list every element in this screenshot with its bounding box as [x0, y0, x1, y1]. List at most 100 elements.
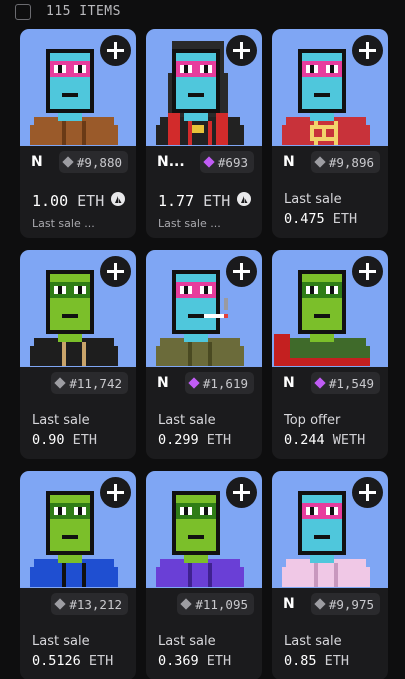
rarity-rank-number: #1,549	[328, 375, 374, 391]
name-rank-row: N #1,619	[146, 372, 262, 394]
name-rank-row: N #9,880	[20, 151, 136, 173]
price-currency: ETH	[206, 653, 232, 669]
price-value: 0.369	[158, 653, 207, 669]
listing-price: 1.77 ETH	[158, 192, 230, 210]
price-currency: ETH	[77, 192, 105, 210]
add-to-cart-button[interactable]	[100, 477, 131, 508]
add-to-cart-button[interactable]	[352, 35, 383, 66]
price-label: Last sale	[284, 634, 342, 649]
add-to-cart-button[interactable]	[100, 256, 131, 287]
nft-card[interactable]: N #9,896 Last sale 0.475 ETH	[272, 29, 388, 238]
last-sale-note: Last sale ...	[158, 217, 221, 230]
price-value: 0.244	[284, 432, 333, 448]
rarity-diamond-icon	[180, 598, 192, 610]
price-label: Last sale	[158, 634, 216, 649]
rarity-rank-badge: #13,212	[51, 593, 128, 615]
price-value: 0.90	[32, 432, 73, 448]
price-currency: ETH	[72, 432, 98, 448]
price-value: 1.77	[158, 192, 204, 210]
price-label: Top offer	[284, 413, 341, 428]
rarity-rank-number: #693	[217, 154, 248, 170]
nft-name: N	[283, 596, 295, 612]
price-label: Last sale	[32, 413, 90, 428]
nft-card[interactable]: N... #693 1.77 ETH Last sale ...	[146, 29, 262, 238]
rarity-rank-number: #9,896	[328, 154, 374, 170]
add-to-cart-button[interactable]	[352, 477, 383, 508]
rarity-rank-badge: #11,742	[51, 372, 128, 394]
rarity-rank-number: #11,742	[69, 375, 122, 391]
nft-name: N	[157, 375, 169, 391]
price-amount: 0.299 ETH	[158, 432, 231, 448]
rarity-diamond-icon	[203, 156, 215, 168]
rarity-rank-badge: #9,975	[310, 593, 380, 615]
last-sale-note: Last sale ...	[32, 217, 95, 230]
price-currency: ETH	[206, 432, 232, 448]
name-rank-row: #11,742	[20, 372, 136, 394]
name-rank-row: N #9,975	[272, 593, 388, 615]
rarity-rank-badge: #9,896	[310, 151, 380, 173]
nft-name: N	[31, 154, 43, 170]
nft-card[interactable]: #13,212 Last sale 0.5126 ETH	[20, 471, 136, 679]
plus-icon	[359, 484, 376, 501]
nft-card[interactable]: N #1,549 Top offer 0.244 WETH	[272, 250, 388, 459]
name-rank-row: #13,212	[20, 593, 136, 615]
rarity-rank-badge: #693	[199, 151, 254, 173]
plus-icon	[107, 484, 124, 501]
rarity-rank-badge: #1,549	[310, 372, 380, 394]
rarity-diamond-icon	[314, 377, 326, 389]
nft-card[interactable]: N #1,619 Last sale 0.299 ETH	[146, 250, 262, 459]
sailboat-icon	[111, 192, 125, 206]
rarity-rank-number: #13,212	[69, 596, 122, 612]
plus-icon	[359, 263, 376, 280]
rarity-rank-number: #9,880	[76, 154, 122, 170]
rarity-diamond-icon	[54, 598, 66, 610]
plus-icon	[359, 42, 376, 59]
price-value: 0.475	[284, 211, 333, 227]
price-currency: ETH	[324, 653, 350, 669]
price-amount: 0.85 ETH	[284, 653, 349, 669]
add-to-cart-button[interactable]	[352, 256, 383, 287]
price-label: Last sale	[284, 192, 342, 207]
price-amount: 0.475 ETH	[284, 211, 357, 227]
price-label: Last sale	[32, 634, 90, 649]
listing-price: 1.00 ETH	[32, 192, 104, 210]
plus-icon	[233, 263, 250, 280]
rarity-rank-number: #11,095	[195, 596, 248, 612]
price-currency: ETH	[88, 653, 114, 669]
nft-name: N...	[157, 154, 185, 170]
plus-icon	[233, 42, 250, 59]
price-value: 0.299	[158, 432, 207, 448]
rarity-diamond-icon	[62, 156, 74, 168]
name-rank-row: #11,095	[146, 593, 262, 615]
price-value: 0.85	[284, 653, 325, 669]
add-to-cart-button[interactable]	[226, 35, 257, 66]
name-rank-row: N #9,896	[272, 151, 388, 173]
price-currency: WETH	[332, 432, 366, 448]
nft-name: N	[283, 154, 295, 170]
price-amount: 0.90 ETH	[32, 432, 97, 448]
add-to-cart-button[interactable]	[226, 256, 257, 287]
nft-name: N	[283, 375, 295, 391]
blur-icon	[237, 192, 251, 206]
rarity-diamond-icon	[54, 377, 66, 389]
add-to-cart-button[interactable]	[226, 477, 257, 508]
rarity-rank-number: #9,975	[328, 596, 374, 612]
nft-card[interactable]: #11,095 Last sale 0.369 ETH	[146, 471, 262, 679]
nft-grid: N #9,880 1.00 ETH Last sale ... N... #693 1.77…	[0, 0, 405, 679]
plus-icon	[233, 484, 250, 501]
nft-card[interactable]: #11,742 Last sale 0.90 ETH	[20, 250, 136, 459]
name-rank-row: N... #693	[146, 151, 262, 173]
price-currency: ETH	[332, 211, 358, 227]
price-amount: 0.244 WETH	[284, 432, 365, 448]
add-to-cart-button[interactable]	[100, 35, 131, 66]
nft-card[interactable]: N #9,880 1.00 ETH Last sale ...	[20, 29, 136, 238]
nft-card[interactable]: N #9,975 Last sale 0.85 ETH	[272, 471, 388, 679]
rarity-diamond-icon	[314, 156, 326, 168]
rarity-rank-badge: #11,095	[177, 593, 254, 615]
price-amount: 0.369 ETH	[158, 653, 231, 669]
rarity-rank-badge: #9,880	[58, 151, 128, 173]
plus-icon	[107, 42, 124, 59]
rarity-diamond-icon	[314, 598, 326, 610]
price-currency: ETH	[203, 192, 231, 210]
price-value: 0.5126	[32, 653, 89, 669]
